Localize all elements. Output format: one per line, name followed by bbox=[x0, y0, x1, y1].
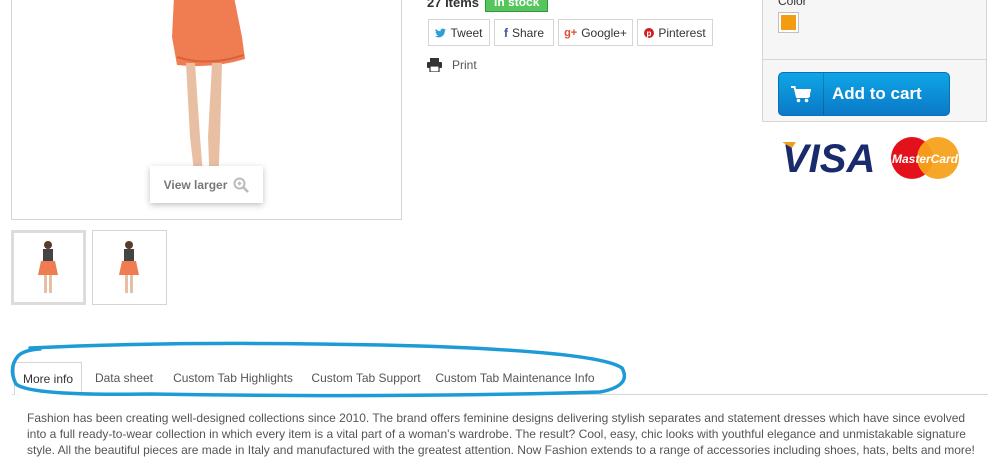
print-link[interactable]: Print bbox=[427, 58, 477, 72]
product-description: Fashion has been creating well-designed … bbox=[27, 411, 975, 457]
tab-label: Custom Tab Maintenance Info bbox=[435, 371, 595, 385]
tab-label: Custom Tab Highlights bbox=[173, 371, 293, 385]
swatch-fill bbox=[781, 15, 796, 30]
view-larger-button[interactable]: View larger bbox=[150, 166, 263, 203]
thumbnail-image bbox=[119, 241, 139, 293]
mastercard-logo: MasterCard bbox=[891, 137, 959, 179]
tab-more-info[interactable]: More info bbox=[14, 362, 82, 395]
svg-text:p: p bbox=[647, 29, 652, 38]
tweet-button[interactable]: Tweet bbox=[428, 19, 490, 46]
tab-label: More info bbox=[22, 371, 74, 386]
visa-logo: VISA bbox=[782, 137, 875, 181]
stock-availability: 27 Items In stock bbox=[427, 0, 549, 12]
share-label: Share bbox=[511, 25, 545, 40]
tab-custom-maintenance[interactable]: Custom Tab Maintenance Info bbox=[432, 362, 598, 394]
mastercard-label: MasterCard bbox=[892, 152, 959, 166]
cart-icon bbox=[779, 73, 824, 115]
facebook-share-button[interactable]: f Share bbox=[494, 19, 554, 46]
tab-custom-support[interactable]: Custom Tab Support bbox=[304, 362, 428, 394]
zoom-icon bbox=[233, 177, 250, 193]
printer-icon bbox=[427, 58, 442, 72]
payment-logos: VISA MasterCard bbox=[782, 137, 959, 181]
print-label: Print bbox=[452, 58, 477, 72]
thumbnail-2[interactable] bbox=[92, 230, 167, 305]
stock-status-badge: In stock bbox=[485, 0, 549, 12]
buy-box-divider bbox=[762, 59, 987, 60]
google-plus-icon: g+ bbox=[564, 26, 578, 39]
color-label: Color bbox=[778, 0, 807, 8]
thumbnail-1[interactable] bbox=[11, 230, 86, 305]
add-to-cart-label: Add to cart bbox=[832, 84, 922, 103]
facebook-icon: f bbox=[503, 25, 508, 40]
tab-label: Custom Tab Support bbox=[311, 371, 421, 385]
view-larger-label: View larger bbox=[163, 177, 228, 192]
thumbnail-image bbox=[38, 241, 58, 293]
tweet-label: Tweet bbox=[450, 25, 483, 40]
tab-custom-highlights[interactable]: Custom Tab Highlights bbox=[166, 362, 300, 394]
payment-methods: VISA MasterCard bbox=[762, 121, 987, 189]
tab-label: Data sheet bbox=[94, 371, 154, 385]
add-to-cart-button[interactable]: Add to cart bbox=[778, 72, 950, 116]
twitter-icon bbox=[435, 28, 447, 37]
google-plus-button[interactable]: g+ Google+ bbox=[558, 19, 633, 46]
pinterest-button[interactable]: p Pinterest bbox=[637, 19, 713, 46]
pinterest-icon: p bbox=[644, 27, 655, 38]
color-swatch-orange[interactable] bbox=[778, 12, 799, 33]
pinterest-label: Pinterest bbox=[658, 25, 706, 40]
tab-data-sheet[interactable]: Data sheet bbox=[86, 362, 162, 394]
google-plus-label: Google+ bbox=[581, 25, 627, 40]
tabs-divider bbox=[12, 394, 988, 395]
stock-quantity: 27 Items bbox=[427, 0, 480, 10]
